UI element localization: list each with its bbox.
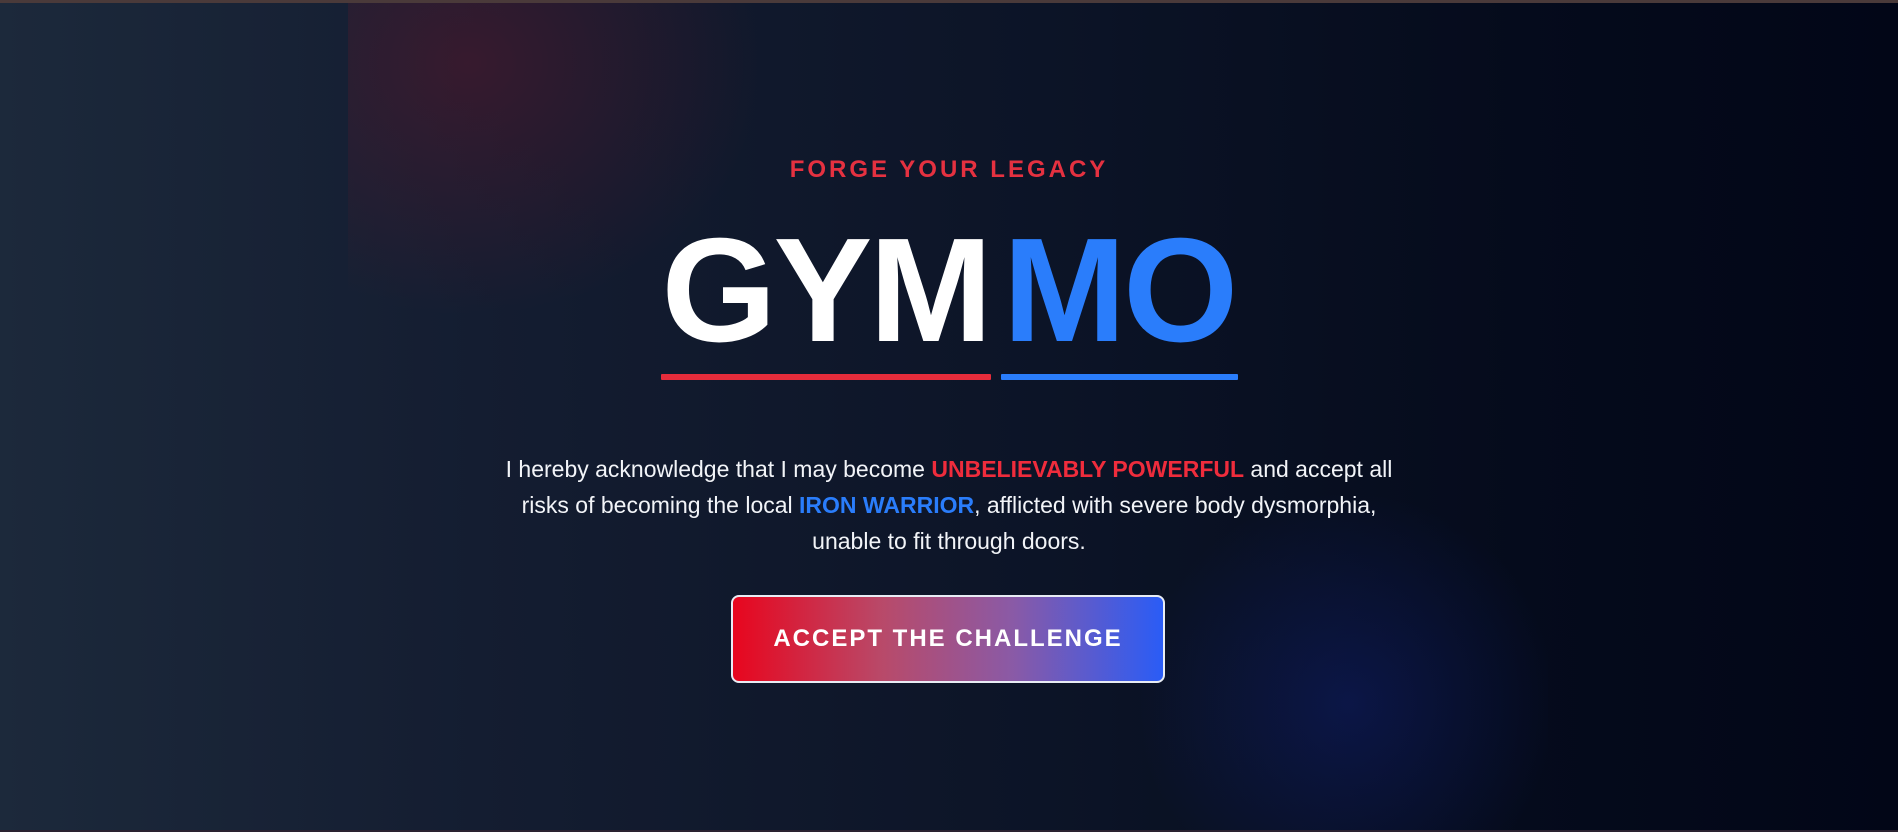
logo-word-gym: GYM: [661, 208, 992, 373]
logo-underline-blue: [1000, 374, 1238, 380]
hero-disclaimer: I hereby acknowledge that I may become U…: [499, 451, 1399, 559]
logo-part-mo: MO: [1000, 208, 1238, 380]
logo-word-mo: MO: [1002, 208, 1238, 373]
disclaimer-text-1: I hereby acknowledge that I may become: [505, 456, 932, 482]
disclaimer-highlight-iron-warrior: IRON WARRIOR: [799, 492, 975, 518]
logo-part-gym: GYM: [660, 208, 993, 380]
brand-logo: GYM MO: [0, 208, 1898, 380]
logo-underline-red: [660, 374, 991, 380]
hero-background-panel: [348, 3, 1548, 830]
hero-tagline: FORGE YOUR LEGACY: [789, 156, 1109, 183]
accept-challenge-button[interactable]: ACCEPT THE CHALLENGE: [731, 595, 1165, 683]
disclaimer-highlight-powerful: UNBELIEVABLY POWERFUL: [931, 456, 1245, 482]
